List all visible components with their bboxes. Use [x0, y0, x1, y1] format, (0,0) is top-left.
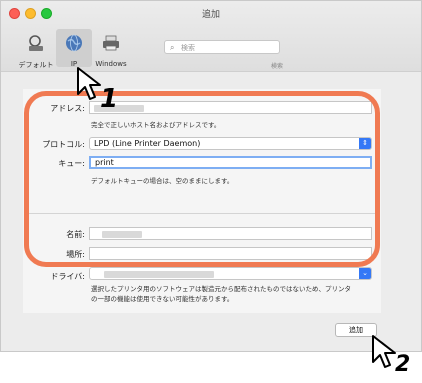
- step-2-label: 2: [395, 352, 411, 377]
- driver-note-line1: 選択したプリンタ用のソフトウェアは製造元から配布されたものではないため、プリンタ: [91, 285, 351, 293]
- globe-icon: [66, 34, 82, 52]
- driver-select[interactable]: ⌄: [89, 267, 372, 280]
- redacted-driver: [104, 271, 214, 278]
- step-1-label: 1: [100, 84, 119, 114]
- section-divider: [29, 213, 375, 214]
- search-field[interactable]: ⌕ 検索: [164, 40, 280, 54]
- driver-note-line2: の一部の機能は使用できない可能性があります。: [91, 295, 234, 303]
- protocol-select[interactable]: LPD (Line Printer Daemon) ⇕: [89, 137, 372, 150]
- search-icon: ⌕: [170, 43, 175, 52]
- location-label: 場所:: [66, 250, 85, 259]
- protocol-label: プロトコル:: [42, 140, 85, 149]
- queue-label: キュー:: [58, 159, 85, 168]
- queue-field[interactable]: print: [89, 156, 372, 169]
- windows-printer-icon: [103, 35, 119, 51]
- toolbar-windows[interactable]: Windows: [93, 29, 129, 68]
- default-printer-icon: [29, 35, 43, 51]
- address-hint: 完全で正しいホスト名およびアドレスです。: [91, 121, 221, 129]
- chevron-down-icon: ⌄: [359, 268, 371, 279]
- annotation-cursor-1: 1: [76, 66, 118, 114]
- address-field[interactable]: [89, 101, 372, 114]
- name-field[interactable]: [89, 227, 372, 240]
- window-title: 追加: [201, 10, 220, 20]
- queue-value: print: [95, 158, 114, 167]
- add-printer-window: 追加 デフォルト IP Windows ⌕ 検索 検索 アドレス: 完全で正しい…: [0, 0, 422, 352]
- location-field[interactable]: [89, 247, 372, 260]
- title-bar: 追加 デフォルト IP Windows ⌕ 検索 検索: [1, 1, 421, 72]
- annotation-cursor-2: 2: [371, 334, 413, 382]
- chevron-updown-icon: ⇕: [359, 138, 371, 149]
- queue-hint: デフォルトキューの場合は、空のままにします。: [91, 177, 234, 185]
- name-label: 名前:: [66, 230, 85, 239]
- driver-label: ドライバ:: [50, 272, 85, 281]
- redacted-name: [102, 231, 142, 238]
- search-placeholder: 検索: [181, 44, 195, 52]
- protocol-value: LPD (Line Printer Daemon): [94, 139, 201, 148]
- search-label: 検索: [271, 63, 284, 70]
